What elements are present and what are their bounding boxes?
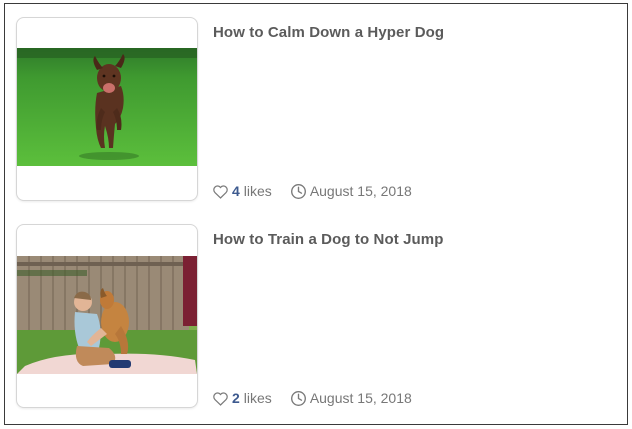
clock-icon — [290, 183, 310, 200]
post-date-text: August 15, 2018 — [309, 183, 412, 199]
post-thumbnail-frame[interactable] — [16, 224, 198, 408]
boy-with-puppy-illustration — [17, 256, 197, 374]
likes-button[interactable]: 2 likes — [212, 390, 272, 406]
post-meta: 4 likes August 15, 2018 — [212, 182, 412, 200]
likes-count: 4 — [232, 183, 240, 199]
likes-count: 2 — [232, 390, 240, 406]
clock-icon — [290, 390, 310, 407]
post-thumbnail-image[interactable] — [17, 256, 197, 374]
likes-button[interactable]: 4 likes — [212, 183, 272, 199]
post-list: How to Calm Down a Hyper Dog 4 likes Aug… — [4, 3, 628, 425]
likes-label: likes — [243, 183, 272, 199]
dog-running-illustration — [17, 48, 197, 166]
heart-icon — [212, 184, 229, 199]
heart-icon — [212, 391, 229, 406]
post-thumbnail-frame[interactable] — [16, 17, 198, 201]
post-thumbnail-image[interactable] — [17, 48, 197, 166]
post-title-link[interactable]: How to Calm Down a Hyper Dog — [213, 24, 444, 41]
post-card: How to Calm Down a Hyper Dog 4 likes Aug… — [5, 14, 625, 204]
post-meta: 2 likes August 15, 2018 — [212, 389, 412, 407]
post-card: How to Train a Dog to Not Jump 2 likes A… — [5, 221, 625, 411]
post-date: August 15, 2018 — [290, 390, 412, 407]
post-date-text: August 15, 2018 — [309, 390, 412, 406]
post-date: August 15, 2018 — [290, 183, 412, 200]
post-title-link[interactable]: How to Train a Dog to Not Jump — [213, 231, 444, 248]
likes-label: likes — [243, 390, 272, 406]
